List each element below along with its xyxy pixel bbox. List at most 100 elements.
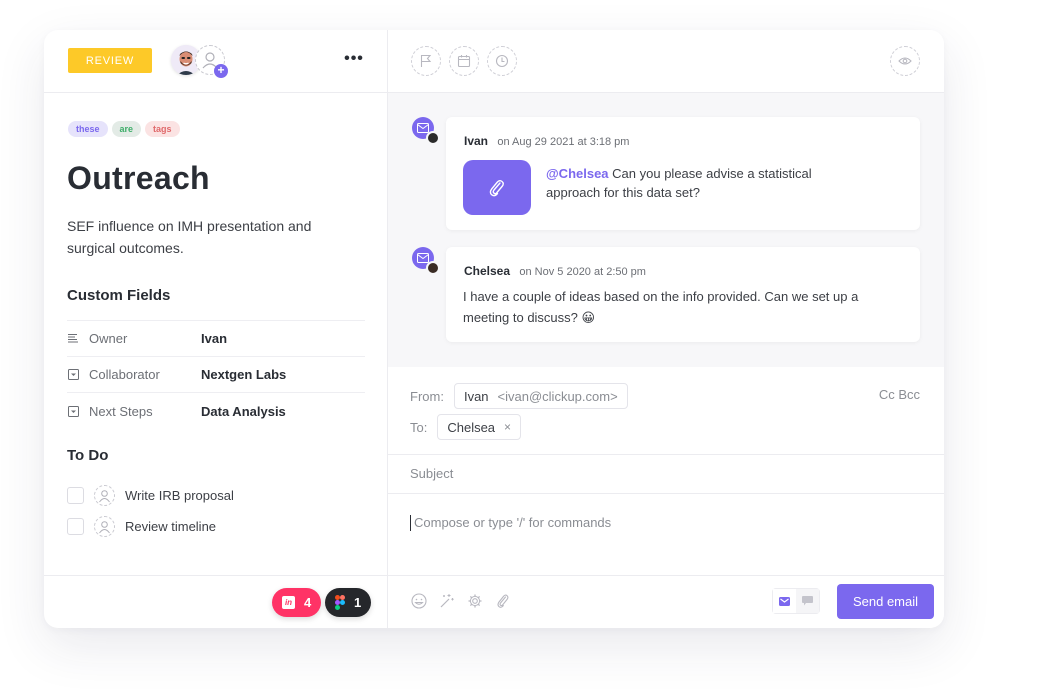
field-value[interactable]: Nextgen Labs <box>201 367 286 382</box>
flag-icon <box>420 54 432 67</box>
task-description[interactable]: SEF influence on IMH presentation and su… <box>67 215 357 259</box>
task-card: REVIEW + ••• these are tags Outreach SEF… <box>44 30 944 628</box>
to-label: To: <box>410 419 428 435</box>
todo-item: Review timeline <box>67 511 234 542</box>
sender-avatar <box>426 131 440 145</box>
tag-list: these are tags <box>68 121 180 137</box>
settings-button[interactable] <box>466 592 484 610</box>
to-row: To: Chelsea × <box>410 414 522 440</box>
custom-field-owner[interactable]: Owner Ivan <box>67 321 365 357</box>
user-icon <box>99 520 110 533</box>
mail-icon <box>779 596 790 606</box>
plus-icon: + <box>214 64 228 78</box>
field-value[interactable]: Ivan <box>201 331 227 346</box>
todo-heading: To Do <box>67 447 109 464</box>
todo-assignee-button[interactable] <box>94 516 115 537</box>
more-options-button[interactable]: ••• <box>343 50 365 70</box>
email-toolbar <box>388 30 944 93</box>
magic-wand-icon <box>440 594 454 608</box>
comment-mode-button[interactable] <box>796 589 819 613</box>
watch-button[interactable] <box>890 46 920 76</box>
message-timestamp: on Aug 29 2021 at 3:18 pm <box>497 136 630 148</box>
field-label: Collaborator <box>89 367 160 382</box>
mail-icon <box>417 123 429 133</box>
todo-assignee-button[interactable] <box>94 485 115 506</box>
message-card: Chelsea on Nov 5 2020 at 2:50 pm I have … <box>446 247 920 342</box>
recipient-chip[interactable]: Chelsea × <box>437 414 522 440</box>
message-author[interactable]: Chelsea <box>464 264 510 278</box>
message-mode-toggle <box>772 588 820 614</box>
from-label: From: <box>410 388 444 404</box>
tag[interactable]: tags <box>145 121 180 137</box>
attachment-thumbnail[interactable] <box>463 160 531 215</box>
calendar-icon <box>457 55 471 68</box>
todo-list: Write IRB proposal Review timeline <box>67 480 234 542</box>
from-chip[interactable]: Ivan <ivan@clickup.com> <box>453 383 628 409</box>
add-assignee-button[interactable]: + <box>195 45 228 78</box>
message-timestamp: on Nov 5 2020 at 2:50 pm <box>519 266 646 278</box>
tag[interactable]: are <box>111 121 142 137</box>
todo-checkbox[interactable] <box>67 487 84 504</box>
custom-field-next-steps[interactable]: Next Steps Data Analysis <box>67 393 365 429</box>
custom-fields-list: Owner Ivan Collaborator Nextgen Labs Nex… <box>67 320 365 429</box>
gear-icon <box>468 594 482 608</box>
email-avatar <box>412 247 440 275</box>
ai-magic-button[interactable] <box>438 592 456 610</box>
task-header: REVIEW + ••• <box>44 30 387 93</box>
todo-label[interactable]: Review timeline <box>125 519 216 534</box>
attach-button[interactable] <box>494 592 512 610</box>
message-author[interactable]: Ivan <box>464 134 488 148</box>
email-mode-button[interactable] <box>773 589 796 613</box>
mention-link[interactable]: @Chelsea <box>546 166 609 181</box>
recipient-name: Chelsea <box>447 419 496 435</box>
text-lines-icon <box>67 333 79 345</box>
figma-attachments-button[interactable]: 1 <box>325 588 372 617</box>
task-details-panel: REVIEW + ••• these are tags Outreach SEF… <box>44 30 388 628</box>
message-card: Ivan on Aug 29 2021 at 3:18 pm @Chelsea … <box>446 117 920 230</box>
custom-fields-heading: Custom Fields <box>67 287 171 304</box>
due-date-button[interactable] <box>449 46 479 76</box>
paperclip-icon <box>489 179 504 196</box>
activity-feed: Ivan on Aug 29 2021 at 3:18 pm @Chelsea … <box>388 93 944 367</box>
task-title[interactable]: Outreach <box>67 160 210 197</box>
from-row: From: Ivan <ivan@clickup.com> <box>410 383 628 409</box>
email-compose: From: Ivan <ivan@clickup.com> Cc Bcc To:… <box>388 367 944 575</box>
sender-avatar <box>426 261 440 275</box>
todo-item: Write IRB proposal <box>67 480 234 511</box>
send-email-button[interactable]: Send email <box>837 584 934 619</box>
message-body: @Chelsea Can you please advise a statist… <box>546 164 846 202</box>
clock-icon <box>495 54 509 68</box>
status-badge[interactable]: REVIEW <box>68 48 152 73</box>
todo-label[interactable]: Write IRB proposal <box>125 488 234 503</box>
message-header: Chelsea on Nov 5 2020 at 2:50 pm <box>464 264 646 278</box>
paperclip-icon <box>497 594 509 608</box>
from-name: Ivan <box>463 388 489 404</box>
cc-bcc-button[interactable]: Cc Bcc <box>879 387 920 402</box>
from-email: <ivan@clickup.com> <box>497 388 618 404</box>
subject-input[interactable]: Subject <box>388 454 944 494</box>
eye-icon <box>898 57 912 65</box>
field-label: Owner <box>89 331 128 346</box>
compose-footer: Send email <box>388 575 944 628</box>
dropdown-icon <box>67 369 79 381</box>
remove-recipient-icon[interactable]: × <box>504 420 511 434</box>
invision-icon: in <box>282 596 295 609</box>
email-panel: Ivan on Aug 29 2021 at 3:18 pm @Chelsea … <box>388 30 944 628</box>
invision-count: 4 <box>304 595 312 610</box>
todo-checkbox[interactable] <box>67 518 84 535</box>
email-body-input[interactable]: Compose or type '/' for commands <box>410 515 611 531</box>
emoji-icon <box>411 593 427 609</box>
field-value[interactable]: Data Analysis <box>201 404 286 419</box>
invision-attachments-button[interactable]: in 4 <box>272 588 322 617</box>
time-tracking-button[interactable] <box>487 46 517 76</box>
integrations-footer: in 4 1 <box>44 575 387 628</box>
field-label: Next Steps <box>89 403 153 419</box>
figma-count: 1 <box>354 595 362 610</box>
emoji-button[interactable] <box>410 592 428 610</box>
message-header: Ivan on Aug 29 2021 at 3:18 pm <box>464 134 629 148</box>
priority-button[interactable] <box>411 46 441 76</box>
email-avatar <box>412 117 440 145</box>
tag[interactable]: these <box>68 121 108 137</box>
comment-icon <box>802 596 813 606</box>
custom-field-collaborator[interactable]: Collaborator Nextgen Labs <box>67 357 365 393</box>
